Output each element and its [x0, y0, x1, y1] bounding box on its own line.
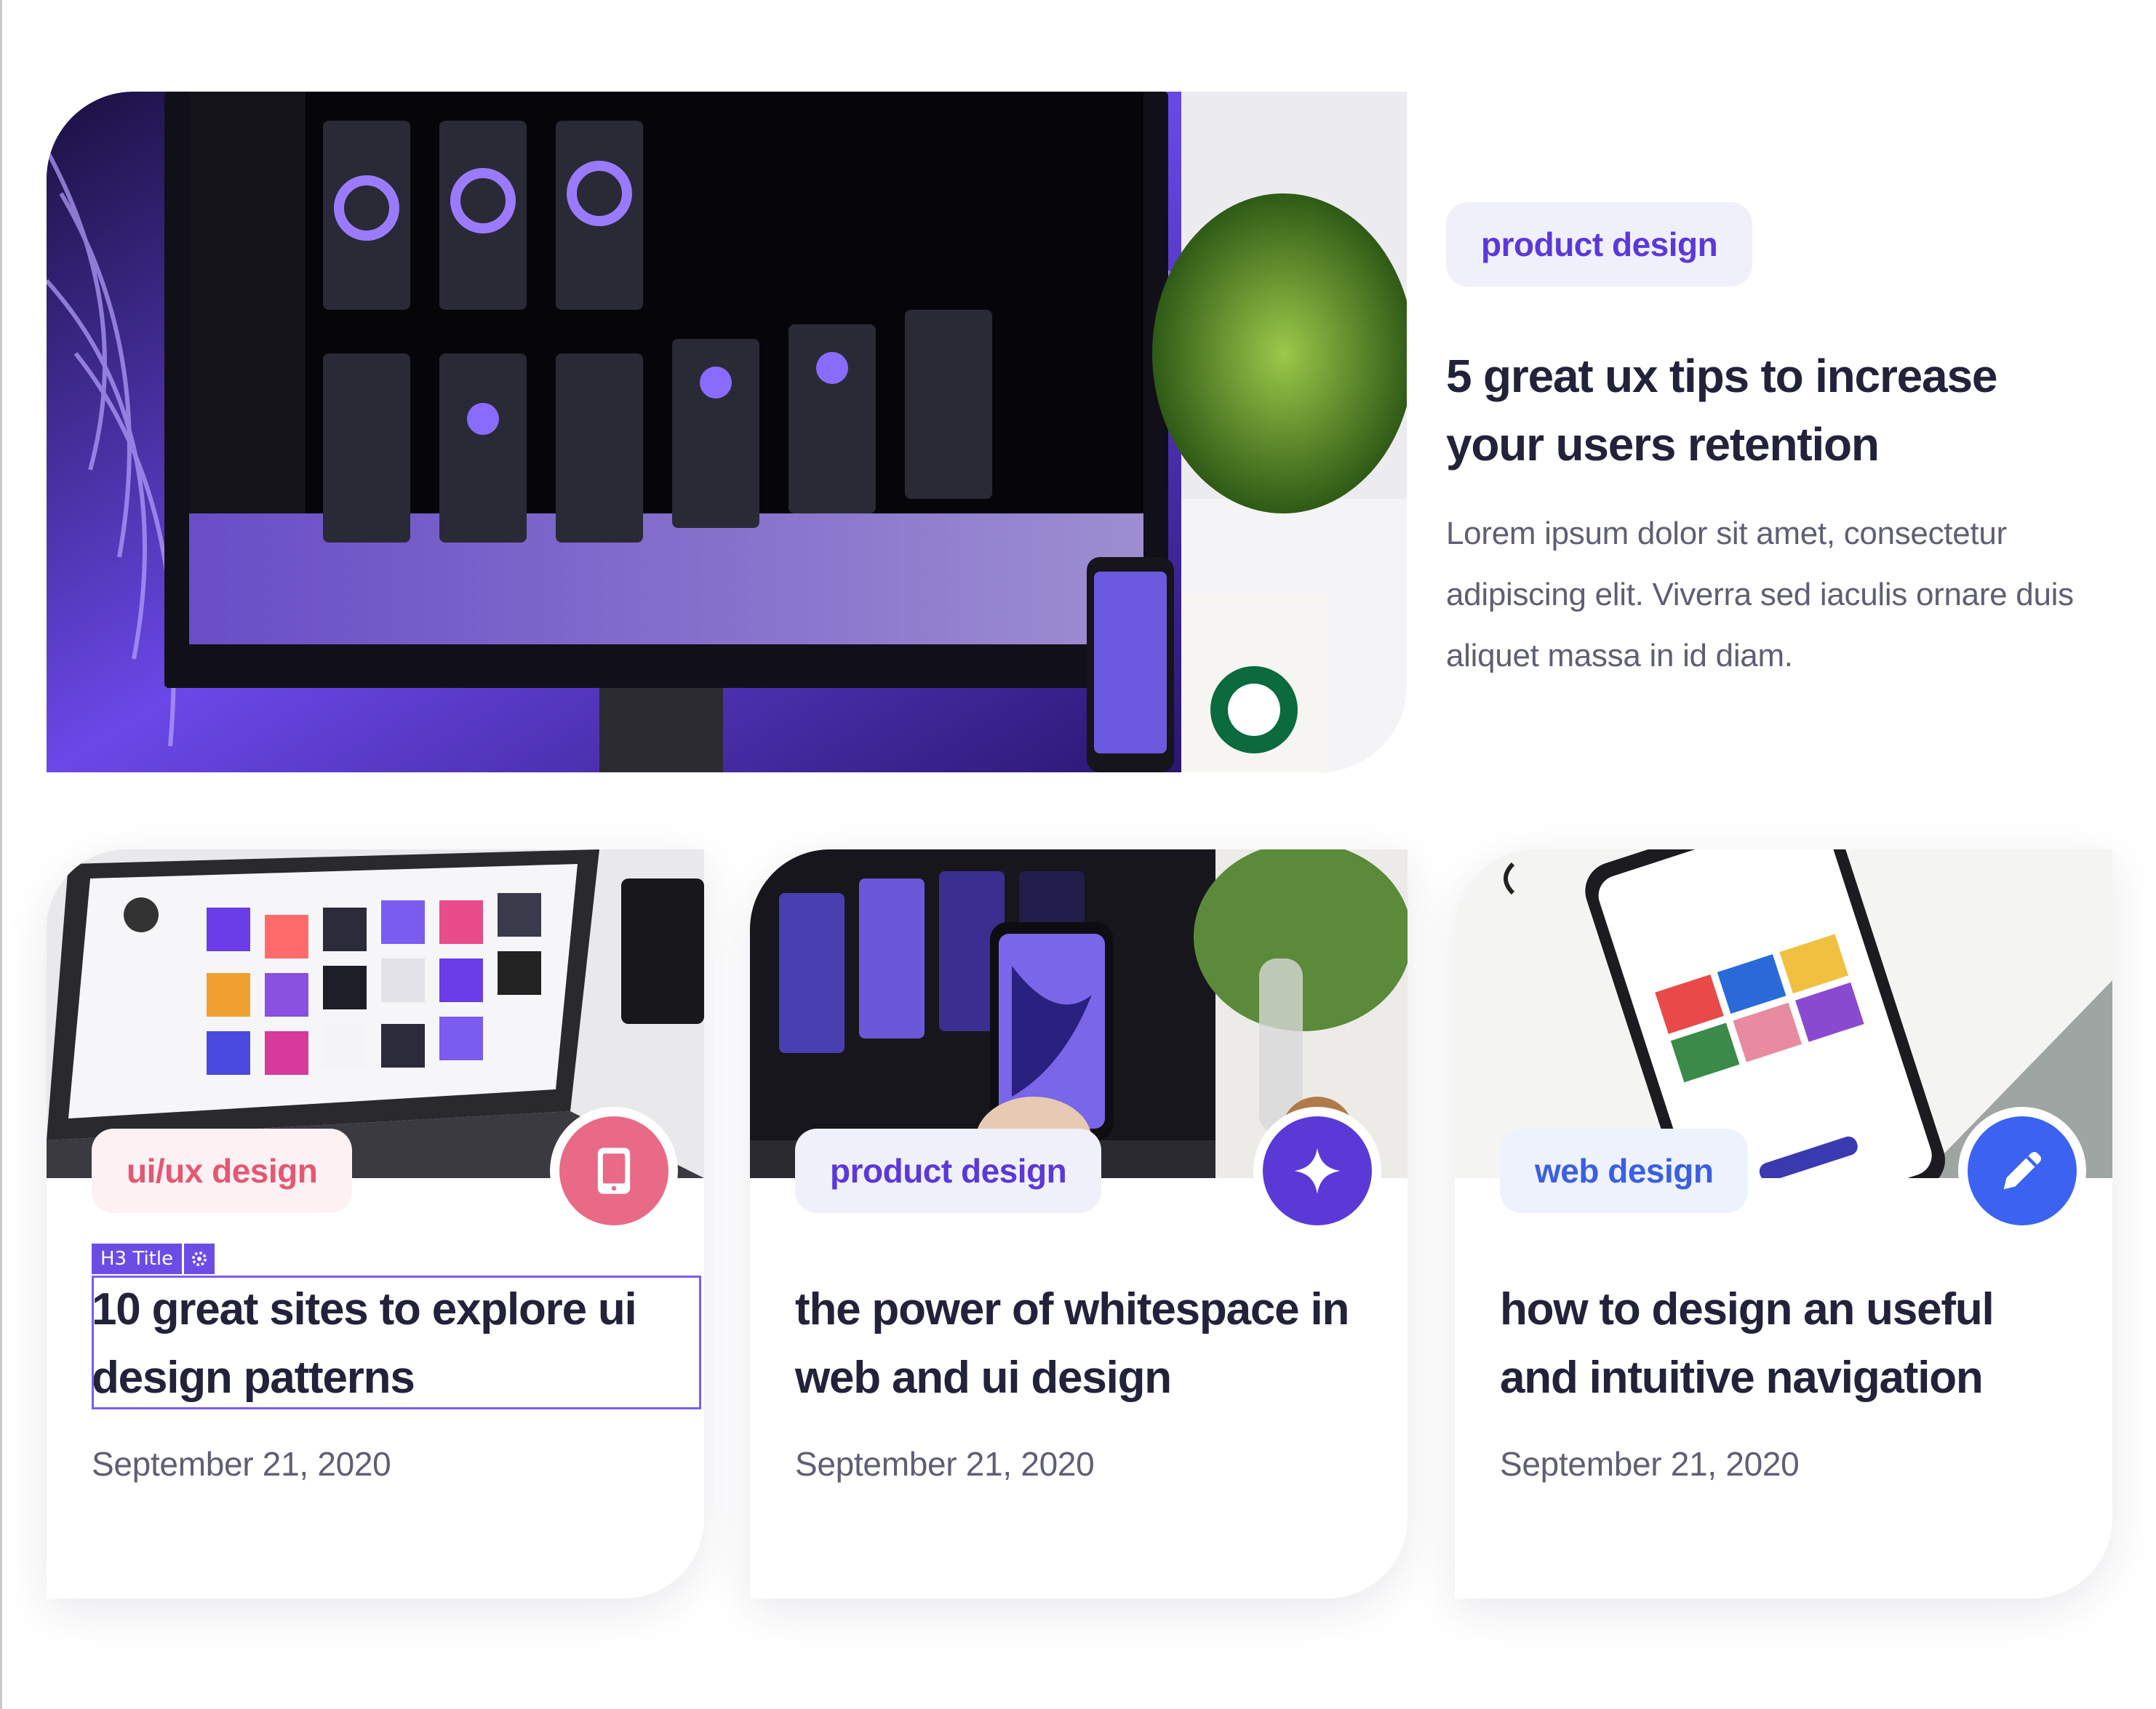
settings-gear-icon[interactable] — [184, 1244, 215, 1274]
post-card-title[interactable]: 10 great sites to explore ui design patt… — [92, 1276, 674, 1412]
featured-post-title[interactable]: 5 great ux tips to increase your users r… — [1446, 342, 2086, 479]
page-left-border — [0, 0, 2, 1709]
sparkle-icon — [1294, 1148, 1341, 1194]
editor-element-chip[interactable]: H3 Title — [92, 1244, 215, 1274]
post-card[interactable]: web design how to design an useful and i… — [1455, 849, 2112, 1598]
post-card[interactable]: product design the power of whitespace i… — [750, 849, 1408, 1598]
featured-post-content: product design 5 great ux tips to increa… — [1446, 202, 2086, 687]
category-tag[interactable]: product design — [1446, 202, 1753, 287]
pencil-icon — [2003, 1152, 2041, 1190]
post-card-title[interactable]: the power of whitespace in web and ui de… — [795, 1276, 1377, 1412]
category-tag[interactable]: ui/ux design — [92, 1129, 353, 1213]
post-card-date: September 21, 2020 — [1500, 1445, 1800, 1483]
category-badge — [550, 1107, 678, 1235]
category-tag[interactable]: product design — [795, 1129, 1102, 1213]
tablet-icon — [597, 1148, 631, 1194]
category-tag[interactable]: web design — [1500, 1129, 1749, 1213]
monitor-desk-photo — [47, 92, 1407, 772]
category-badge — [1958, 1107, 2086, 1235]
badge-circle — [1263, 1116, 1372, 1225]
post-card-date: September 21, 2020 — [795, 1445, 1095, 1483]
featured-post-excerpt: Lorem ipsum dolor sit amet, consectetur … — [1446, 516, 2074, 673]
badge-circle — [559, 1116, 668, 1225]
post-card[interactable]: ui/ux design H3 Title 10 great sites to … — [47, 849, 704, 1598]
featured-post[interactable]: product design 5 great ux tips to increa… — [47, 92, 2134, 772]
post-card-date: September 21, 2020 — [92, 1445, 391, 1483]
badge-circle — [1968, 1116, 2077, 1225]
post-card-title[interactable]: how to design an useful and intuitive na… — [1500, 1276, 2082, 1412]
editor-element-label: H3 Title — [92, 1244, 183, 1274]
featured-post-image[interactable] — [47, 92, 1407, 772]
category-badge — [1253, 1107, 1381, 1235]
